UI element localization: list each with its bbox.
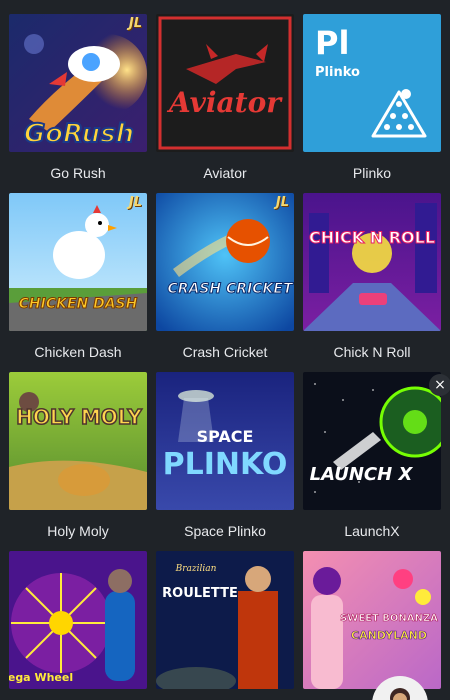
- game-tile-holy-moly[interactable]: HOLY MOLY Holy Moly: [9, 372, 147, 551]
- game-thumbnail[interactable]: SWEET BONANZA CANDYLAND: [303, 551, 441, 689]
- game-thumbnail[interactable]: HOLY MOLY: [9, 372, 147, 510]
- game-thumbnail[interactable]: Pl Plinko: [303, 14, 441, 152]
- game-tile-chick-n-roll[interactable]: CHICK N ROLL Chick N Roll: [303, 193, 441, 372]
- space-plinko-artwork: SPACE PLINKO: [156, 372, 294, 510]
- sweet-bonanza-artwork: SWEET BONANZA CANDYLAND: [303, 551, 441, 689]
- game-thumbnail[interactable]: CHICK N ROLL: [303, 193, 441, 331]
- game-tile-sweet-bonanza-candyland[interactable]: SWEET BONANZA CANDYLAND: [303, 551, 441, 700]
- game-thumbnail[interactable]: Aviator: [156, 14, 294, 152]
- game-title: Go Rush: [50, 165, 106, 181]
- game-tile-plinko[interactable]: Pl Plinko Plinko: [303, 14, 441, 193]
- svg-text:SPACE: SPACE: [197, 427, 254, 446]
- game-thumbnail[interactable]: LAUNCH X: [303, 372, 441, 510]
- go-rush-logo: GoRush: [23, 118, 135, 150]
- svg-text:Pl: Pl: [315, 24, 349, 62]
- svg-text:Mega Wheel: Mega Wheel: [9, 671, 73, 684]
- crash-cricket-artwork: CRASH CRICKET: [156, 193, 294, 331]
- game-tile-go-rush[interactable]: JL GoRush Go Rush: [9, 14, 147, 193]
- svg-text:LAUNCH X: LAUNCH X: [310, 464, 414, 485]
- aviator-artwork: Aviator: [156, 14, 294, 152]
- game-tile-crash-cricket[interactable]: CRASH CRICKET JL Crash Cricket: [156, 193, 294, 372]
- jl-badge: JL: [275, 195, 289, 210]
- svg-text:CHICK N ROLL: CHICK N ROLL: [309, 228, 435, 247]
- svg-text:Aviator: Aviator: [166, 86, 283, 119]
- game-tile-mega-wheel[interactable]: Mega Wheel: [9, 551, 147, 700]
- game-title: Holy Moly: [47, 523, 109, 539]
- chick-n-roll-artwork: CHICK N ROLL: [303, 193, 441, 331]
- game-title: Chick N Roll: [333, 344, 411, 360]
- game-tile-launchx[interactable]: LAUNCH X LaunchX: [303, 372, 441, 551]
- game-title: Plinko: [352, 165, 392, 181]
- svg-text:CHICKEN DASH: CHICKEN DASH: [19, 296, 138, 312]
- game-lobby: JL GoRush Go Rush Aviator Aviator Pl Pli…: [0, 0, 450, 700]
- game-title: LaunchX: [344, 523, 400, 539]
- jl-badge: JL: [128, 195, 142, 210]
- plinko-artwork: Pl Plinko: [303, 14, 441, 152]
- svg-text:GoRush: GoRush: [24, 119, 134, 149]
- svg-text:CANDYLAND: CANDYLAND: [351, 629, 427, 642]
- game-title: Space Plinko: [184, 523, 266, 539]
- svg-text:CRASH CRICKET: CRASH CRICKET: [167, 281, 294, 297]
- game-tile-aviator[interactable]: Aviator Aviator: [156, 14, 294, 193]
- svg-text:HOLY MOLY: HOLY MOLY: [16, 405, 142, 429]
- game-thumbnail[interactable]: CRASH CRICKET JL: [156, 193, 294, 331]
- chicken-dash-artwork: CHICKEN DASH: [9, 193, 147, 331]
- holy-moly-artwork: HOLY MOLY: [9, 372, 147, 510]
- game-thumbnail[interactable]: CHICKEN DASH JL: [9, 193, 147, 331]
- game-thumbnail[interactable]: Brazilian ROULETTE: [156, 551, 294, 689]
- svg-text:Brazilian: Brazilian: [175, 564, 217, 574]
- game-grid: JL GoRush Go Rush Aviator Aviator Pl Pli…: [9, 14, 441, 700]
- game-title: Aviator: [203, 165, 247, 181]
- svg-text:Plinko: Plinko: [315, 65, 360, 80]
- close-icon[interactable]: ×: [429, 374, 450, 396]
- svg-text:SWEET BONANZA: SWEET BONANZA: [340, 613, 438, 624]
- game-thumbnail[interactable]: Mega Wheel: [9, 551, 147, 689]
- game-tile-brazilian-roulette[interactable]: Brazilian ROULETTE: [156, 551, 294, 700]
- game-thumbnail[interactable]: JL GoRush: [9, 14, 147, 152]
- svg-text:PLINKO: PLINKO: [163, 447, 288, 482]
- game-thumbnail[interactable]: SPACE PLINKO: [156, 372, 294, 510]
- launchx-artwork: LAUNCH X: [303, 372, 441, 510]
- game-title: Crash Cricket: [182, 344, 268, 360]
- svg-text:ROULETTE: ROULETTE: [162, 586, 238, 601]
- game-title: Chicken Dash: [34, 344, 122, 360]
- game-tile-space-plinko[interactable]: SPACE PLINKO Space Plinko: [156, 372, 294, 551]
- mega-wheel-artwork: Mega Wheel: [9, 551, 147, 689]
- brazilian-roulette-artwork: Brazilian ROULETTE: [156, 551, 294, 689]
- game-tile-chicken-dash[interactable]: CHICKEN DASH JL Chicken Dash: [9, 193, 147, 372]
